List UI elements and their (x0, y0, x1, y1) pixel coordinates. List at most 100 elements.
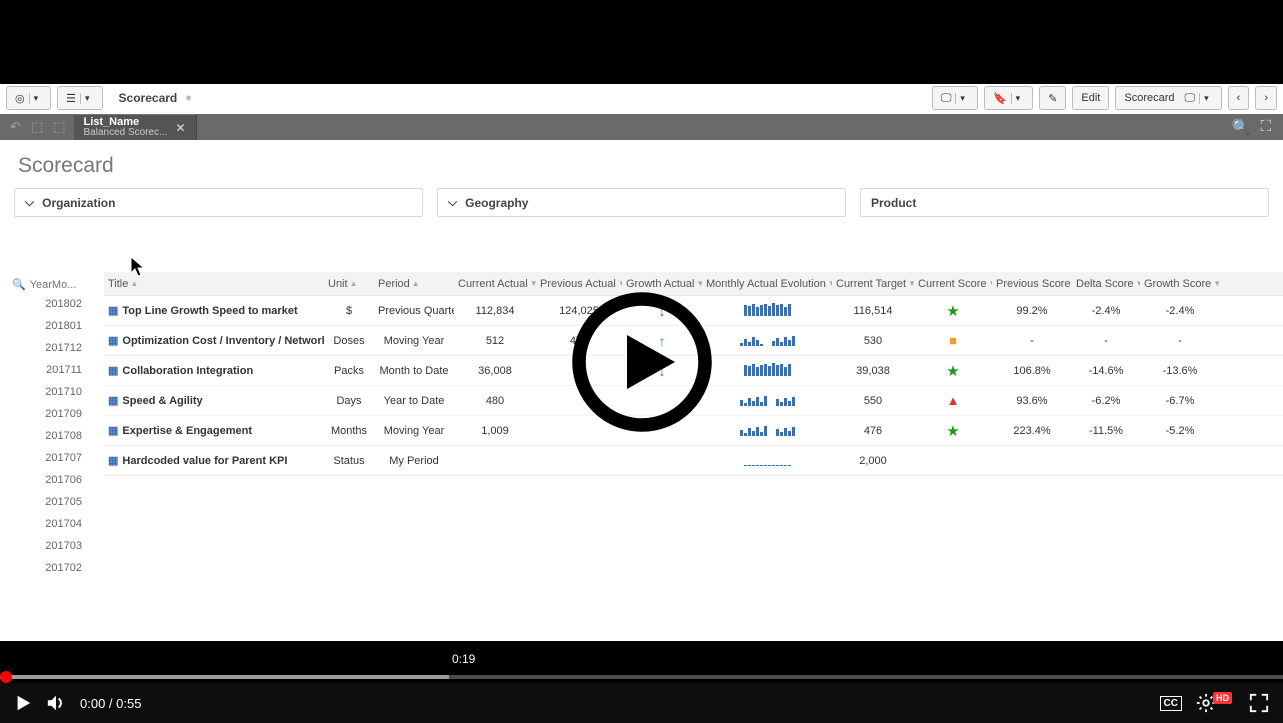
bookmark-icon: 🔖 (993, 92, 1007, 105)
col-period[interactable]: Period▲ (374, 278, 454, 290)
compass-button[interactable]: ◎▾ (6, 86, 51, 110)
ribbon-icons: ↶ ⬚ ⬚ (0, 119, 66, 135)
yearmonth-item[interactable]: 201707 (12, 447, 98, 469)
yearmonth-item[interactable]: 201706 (12, 469, 98, 491)
yearmonth-item[interactable]: 201712 (12, 337, 98, 359)
col-monthly-evolution[interactable]: Monthly Actual Evolution▼ (702, 278, 832, 290)
filter-product[interactable]: Product (860, 188, 1269, 217)
compass-icon: ◎ (15, 92, 25, 105)
grid-area: 🔍 20180220180120171220171120171020170920… (0, 272, 1283, 641)
nav-next-button[interactable]: › (1255, 86, 1277, 110)
close-icon[interactable]: ✕ (175, 121, 185, 135)
col-growth-score[interactable]: Growth Score▼ (1140, 278, 1220, 290)
fullscreen-icon[interactable]: ⛶ (1260, 118, 1271, 136)
filter-bar: ⌵ Organization ⌵ Geography Product (0, 184, 1283, 225)
sparkline-icon (740, 422, 795, 436)
nav-prev-button[interactable]: ‹ (1228, 86, 1250, 110)
analytics-app: ◎▾ ☰▾ Scorecard ● 🖵▾ 🔖▾ ✎ Edit Scorecard… (0, 84, 1283, 641)
selection-icon[interactable]: ⬚ (31, 119, 43, 135)
cc-button[interactable]: CC (1160, 696, 1182, 711)
col-current-score[interactable]: Current Score▼ (914, 278, 992, 290)
yearmonth-item[interactable]: 201703 (12, 535, 98, 557)
page-title: Scorecard (0, 140, 1283, 184)
table-row[interactable]: ▦Speed & AgilityDaysYear to Date480550▲9… (104, 386, 1283, 416)
chevron-down-icon: ▾ (80, 93, 94, 104)
table-row[interactable]: ▦Optimization Cost / Inventory / Network… (104, 326, 1283, 356)
kpi-icon: ▦ (108, 454, 118, 467)
top-toolbar: ◎▾ ☰▾ Scorecard ● 🖵▾ 🔖▾ ✎ Edit Scorecard… (6, 84, 1277, 112)
play-button[interactable] (14, 694, 32, 712)
search-icon: 🔍 (12, 278, 26, 291)
sort-icon: ▲ (350, 279, 358, 288)
table-row[interactable]: ▦Top Line Growth Speed to market$Previou… (104, 296, 1283, 326)
crop-icon[interactable]: ⬚ (53, 119, 65, 135)
col-unit[interactable]: Unit▲ (324, 278, 374, 290)
chevron-down-icon: ▾ (1011, 93, 1025, 104)
square-icon: ■ (949, 333, 957, 348)
yearmonth-item[interactable]: 201801 (12, 315, 98, 337)
yearmonth-item[interactable]: 201709 (12, 403, 98, 425)
yearmonth-item[interactable]: 201702 (12, 557, 98, 579)
sparkline-icon (744, 302, 791, 316)
arrow-down-icon: ↓ (659, 363, 666, 379)
monitor-icon: 🖵 (941, 92, 952, 105)
col-growth-actual[interactable]: Growth Actual▼ (622, 278, 702, 290)
col-current-actual[interactable]: Current Actual▼ (454, 278, 536, 290)
yearmonth-item[interactable]: 201711 (12, 359, 98, 381)
kpi-icon: ▦ (108, 334, 118, 347)
monitor-icon: 🖵 (1185, 92, 1196, 105)
volume-button[interactable] (46, 693, 66, 713)
filter-geography[interactable]: ⌵ Geography (437, 188, 846, 217)
buffer-indicator (0, 675, 449, 679)
col-previous-score[interactable]: Previous Score▼ (992, 278, 1072, 290)
page-body: Scorecard ⌵ Organization ⌵ Geography Pro… (0, 140, 1283, 641)
yearmonth-search[interactable] (30, 279, 100, 291)
pencil-icon: ✎ (1048, 92, 1057, 105)
ribbon: ↶ ⬚ ⬚ List_Name Balanced Scorec... ✕ 🔍 ⛶ (0, 114, 1283, 140)
table-row[interactable]: ▦Expertise & EngagementMonthsMoving Year… (104, 416, 1283, 446)
video-controls: 0:00 / 0:55 CC HD (0, 683, 1283, 723)
open-tab[interactable]: List_Name Balanced Scorec... ✕ (74, 114, 197, 140)
yearmonth-item[interactable]: 201705 (12, 491, 98, 513)
col-title[interactable]: Title▲ (104, 278, 324, 290)
yearmonth-item[interactable]: 201708 (12, 425, 98, 447)
yearmonth-item[interactable]: 201710 (12, 381, 98, 403)
arrow-up-icon: ↑ (659, 333, 666, 349)
progress-thumb[interactable] (0, 671, 12, 683)
col-delta-score[interactable]: Delta Score▼ (1072, 278, 1140, 290)
star-icon: ★ (946, 363, 959, 380)
time-display: 0:00 / 0:55 (80, 696, 141, 711)
undo-icon[interactable]: ↶ (10, 119, 21, 135)
col-previous-actual[interactable]: Previous Actual▼ (536, 278, 622, 290)
display-button[interactable]: 🖵▾ (932, 86, 978, 110)
col-current-target[interactable]: Current Target▼ (832, 278, 914, 290)
table-row[interactable]: ▦Collaboration IntegrationPacksMonth to … (104, 356, 1283, 386)
edit-button[interactable]: Edit (1072, 86, 1109, 110)
sparkline-icon (744, 362, 791, 376)
chevron-down-icon: ▾ (955, 93, 969, 104)
pencil-button[interactable]: ✎ (1039, 86, 1066, 110)
chevron-left-icon: ‹ (1237, 92, 1241, 104)
list-button[interactable]: ☰▾ (57, 86, 102, 110)
sparkline-icon (740, 392, 795, 406)
settings-button[interactable]: HD (1196, 693, 1235, 713)
filter-organization[interactable]: ⌵ Organization (14, 188, 423, 217)
search-icon[interactable]: 🔍 (1232, 118, 1251, 136)
fullscreen-button[interactable] (1249, 693, 1269, 713)
hover-timestamp: 0:19 (445, 649, 482, 669)
list-icon: ☰ (66, 92, 76, 105)
bookmark-button[interactable]: 🔖▾ (984, 86, 1033, 110)
scorecard-dropdown[interactable]: Scorecard🖵▾ (1115, 86, 1221, 110)
kpi-icon: ▦ (108, 364, 118, 377)
sparkline-icon (744, 452, 791, 466)
sort-icon: ▲ (412, 279, 420, 288)
kpi-icon: ▦ (108, 424, 118, 437)
chevron-down-icon: ▾ (29, 93, 43, 104)
video-progress-bar[interactable]: 0:19 (0, 675, 1283, 679)
yearmonth-item[interactable]: 201802 (12, 293, 98, 315)
table-row[interactable]: ▦Hardcoded value for Parent KPIStatusMy … (104, 446, 1283, 476)
sparkline-icon (740, 332, 795, 346)
triangle-icon: ▲ (947, 393, 960, 408)
yearmonth-item[interactable]: 201704 (12, 513, 98, 535)
kpi-icon: ▦ (108, 394, 118, 407)
